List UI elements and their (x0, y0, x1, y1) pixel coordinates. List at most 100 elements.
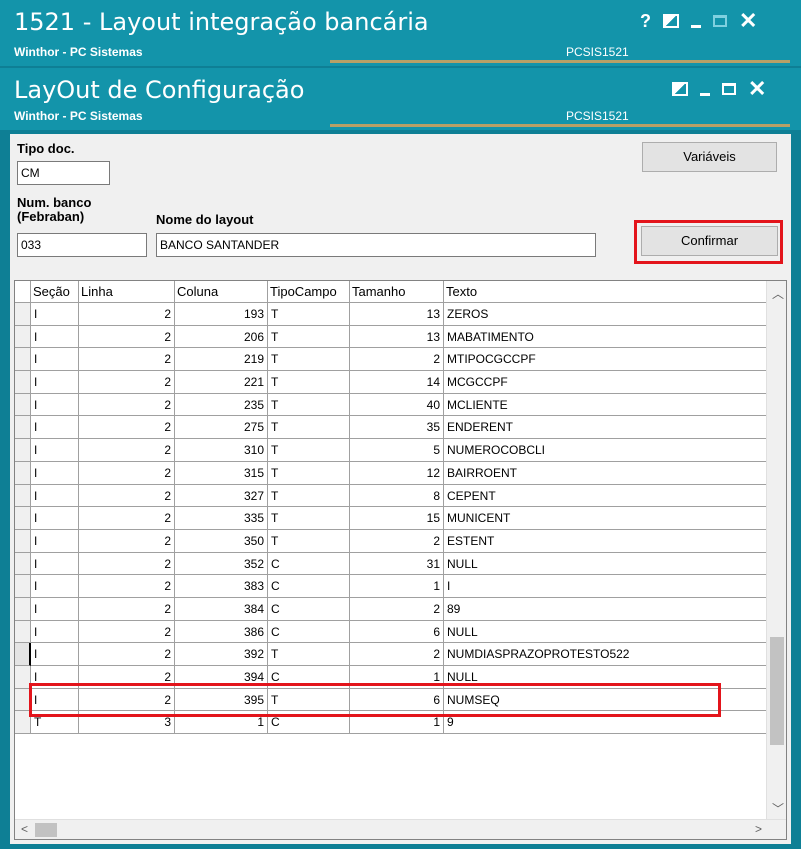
cell-texto[interactable]: BAIRROENT (444, 461, 769, 485)
cell-linha[interactable]: 2 (79, 348, 175, 372)
table-row[interactable]: I 2 384 C 2 89 (15, 597, 769, 621)
cell-tipocampo[interactable]: T (268, 461, 350, 485)
table-row[interactable]: I 2 275 T 35 ENDERENT (15, 416, 769, 440)
cell-linha[interactable]: 2 (79, 416, 175, 440)
cell-linha[interactable]: 2 (79, 303, 175, 326)
cell-tipocampo[interactable]: T (268, 325, 350, 349)
column-header-texto[interactable]: Texto (444, 281, 769, 303)
table-row[interactable]: I 2 392 T 2 NUMDIASPRAZOPROTESTO522 (15, 643, 769, 666)
table-row[interactable]: I 2 221 T 14 MCGCCPF (15, 371, 769, 394)
cell-tamanho[interactable]: 5 (350, 439, 444, 462)
row-indicator[interactable] (15, 325, 31, 349)
num-banco-field[interactable]: 033 (17, 233, 147, 257)
row-indicator[interactable] (15, 597, 31, 621)
cell-secao[interactable]: I (31, 529, 79, 553)
table-row[interactable]: I 2 193 T 13 ZEROS (15, 303, 769, 326)
row-indicator[interactable] (15, 484, 31, 508)
cell-linha[interactable]: 2 (79, 507, 175, 530)
cell-secao[interactable]: I (31, 484, 79, 508)
cell-coluna[interactable]: 327 (175, 484, 268, 508)
cell-coluna[interactable]: 383 (175, 575, 268, 598)
vertical-scrollbar[interactable]: ︿ ﹀ (766, 281, 786, 819)
cell-texto[interactable]: ESTENT (444, 529, 769, 553)
row-indicator[interactable] (15, 643, 31, 666)
variaveis-button[interactable]: Variáveis (642, 142, 777, 172)
table-row[interactable]: I 2 235 T 40 MCLIENTE (15, 393, 769, 417)
cell-linha[interactable]: 2 (79, 575, 175, 598)
cell-tipocampo[interactable]: T (268, 507, 350, 530)
cell-tipocampo[interactable]: T (268, 393, 350, 417)
cell-coluna[interactable]: 235 (175, 393, 268, 417)
close-icon[interactable]: ✕ (739, 8, 757, 34)
cell-coluna[interactable]: 386 (175, 620, 268, 644)
cell-texto[interactable]: MTIPOCGCCPF (444, 348, 769, 372)
cell-secao[interactable]: I (31, 325, 79, 349)
cell-tipocampo[interactable]: T (268, 348, 350, 372)
cell-tipocampo[interactable]: T (268, 303, 350, 326)
cell-tipocampo[interactable]: C (268, 620, 350, 644)
scroll-up-icon[interactable]: ︿ (772, 285, 784, 302)
cell-coluna[interactable]: 193 (175, 303, 268, 326)
cell-tipocampo[interactable]: T (268, 371, 350, 394)
cell-secao[interactable]: I (31, 416, 79, 440)
row-indicator[interactable] (15, 393, 31, 417)
table-row[interactable]: I 2 310 T 5 NUMEROCOBCLI (15, 439, 769, 462)
cell-tamanho[interactable]: 6 (350, 620, 444, 644)
cell-coluna[interactable]: 384 (175, 597, 268, 621)
cell-coluna[interactable]: 350 (175, 529, 268, 553)
cell-tamanho[interactable]: 8 (350, 484, 444, 508)
horizontal-scroll-thumb[interactable] (35, 823, 57, 837)
horizontal-scrollbar[interactable]: < > (15, 819, 786, 839)
cell-tipocampo[interactable]: T (268, 484, 350, 508)
cell-texto[interactable]: MABATIMENTO (444, 325, 769, 349)
cell-tamanho[interactable]: 2 (350, 529, 444, 553)
cell-linha[interactable]: 2 (79, 325, 175, 349)
cell-secao[interactable]: I (31, 552, 79, 576)
table-row[interactable]: I 2 335 T 15 MUNICENT (15, 507, 769, 530)
table-row[interactable]: I 2 352 C 31 NULL (15, 552, 769, 576)
cell-tipocampo[interactable]: C (268, 597, 350, 621)
cell-tamanho[interactable]: 15 (350, 507, 444, 530)
restore-icon[interactable] (672, 82, 688, 96)
cell-coluna[interactable]: 219 (175, 348, 268, 372)
cell-secao[interactable]: I (31, 303, 79, 326)
cell-tamanho[interactable]: 13 (350, 303, 444, 326)
cell-texto[interactable]: ZEROS (444, 303, 769, 326)
cell-texto[interactable]: MCLIENTE (444, 393, 769, 417)
cell-texto[interactable]: I (444, 575, 769, 598)
row-indicator[interactable] (15, 620, 31, 644)
scroll-down-icon[interactable]: ﹀ (772, 800, 784, 817)
column-header-tamanho[interactable]: Tamanho (350, 281, 444, 303)
minimize-icon[interactable] (691, 24, 701, 28)
cell-tipocampo[interactable]: T (268, 439, 350, 462)
row-indicator[interactable] (15, 575, 31, 598)
cell-texto[interactable]: CEPENT (444, 484, 769, 508)
table-row[interactable]: I 2 350 T 2 ESTENT (15, 529, 769, 553)
cell-linha[interactable]: 2 (79, 529, 175, 553)
cell-secao[interactable]: I (31, 597, 79, 621)
cell-linha[interactable]: 2 (79, 439, 175, 462)
row-indicator[interactable] (15, 461, 31, 485)
vertical-scroll-thumb[interactable] (770, 637, 784, 745)
cell-secao[interactable]: I (31, 620, 79, 644)
table-row[interactable]: I 2 327 T 8 CEPENT (15, 484, 769, 508)
cell-linha[interactable]: 2 (79, 597, 175, 621)
cell-tamanho[interactable]: 1 (350, 575, 444, 598)
layout-grid[interactable]: Seção Linha Coluna TipoCampo Tamanho Tex… (14, 280, 787, 840)
column-header-coluna[interactable]: Coluna (175, 281, 268, 303)
row-indicator[interactable] (15, 507, 31, 530)
cell-texto[interactable]: NUMEROCOBCLI (444, 439, 769, 462)
cell-coluna[interactable]: 315 (175, 461, 268, 485)
row-indicator[interactable] (15, 552, 31, 576)
close-icon[interactable]: ✕ (748, 76, 766, 102)
cell-secao[interactable]: I (31, 461, 79, 485)
minimize-icon[interactable] (700, 92, 710, 96)
cell-coluna[interactable]: 392 (175, 643, 268, 666)
maximize-icon[interactable] (722, 83, 736, 95)
cell-coluna[interactable]: 275 (175, 416, 268, 440)
cell-secao[interactable]: I (31, 371, 79, 394)
cell-texto[interactable]: ENDERENT (444, 416, 769, 440)
table-row[interactable]: I 2 315 T 12 BAIRROENT (15, 461, 769, 485)
cell-tamanho[interactable]: 14 (350, 371, 444, 394)
scroll-left-icon[interactable]: < (21, 822, 28, 836)
